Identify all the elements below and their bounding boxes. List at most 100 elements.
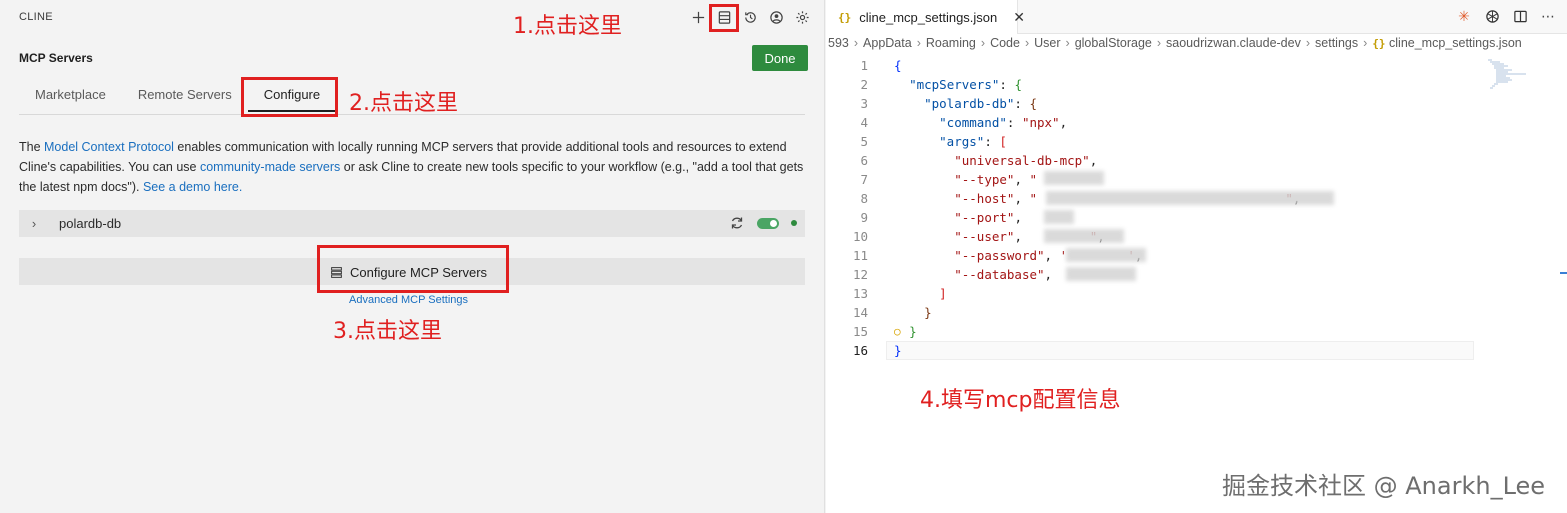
line-number: 13: [852, 286, 868, 301]
mcp-description: The Model Context Protocol enables commu…: [19, 137, 809, 197]
server-enabled-toggle[interactable]: [757, 217, 779, 229]
code-line[interactable]: 14 }: [826, 303, 1567, 322]
code-line[interactable]: 3 "polardb-db": {: [826, 94, 1567, 113]
code-token: ,: [1089, 153, 1098, 168]
code-line[interactable]: 9 "--port",: [826, 208, 1567, 227]
line-number: 7: [860, 172, 868, 187]
code-token: "--user": [954, 229, 1015, 244]
model-context-protocol-link[interactable]: Model Context Protocol: [44, 140, 174, 154]
code-token: }: [894, 343, 902, 358]
code-text: "--database",: [894, 265, 1052, 284]
current-line-highlight: [886, 341, 1474, 360]
code-token: ,: [1014, 172, 1030, 187]
file-tab[interactable]: {} cline_mcp_settings.json ✕: [826, 0, 1025, 34]
code-token: "mcpServers": [909, 77, 1000, 92]
server-controls: [729, 215, 797, 231]
code-line[interactable]: 10 "--user", ",: [826, 227, 1567, 246]
breadcrumb-item[interactable]: saoudrizwan.claude-dev: [1166, 36, 1301, 50]
server-name: polardb-db: [59, 216, 122, 231]
server-row[interactable]: › polardb-db: [19, 210, 805, 237]
code-token: :: [984, 134, 1000, 149]
breadcrumb-item[interactable]: User: [1034, 36, 1060, 50]
advanced-mcp-settings-link[interactable]: Advanced MCP Settings: [349, 294, 468, 306]
breadcrumb-item[interactable]: AppData: [863, 36, 912, 50]
line-number: 14: [852, 305, 868, 320]
file-tab-label: cline_mcp_settings.json: [859, 9, 998, 25]
demo-link[interactable]: See a demo here.: [143, 180, 242, 194]
code-line[interactable]: 12 "--database",: [826, 265, 1567, 284]
annotation-step-2: 2.点击这里: [349, 91, 458, 116]
line-number: 5: [860, 134, 868, 149]
section-title: MCP Servers: [19, 51, 93, 65]
code-text: {: [894, 56, 902, 75]
breadcrumb-item[interactable]: globalStorage: [1075, 36, 1152, 50]
split-editor-icon[interactable]: [1511, 7, 1529, 25]
code-token: :: [1006, 115, 1022, 130]
code-text: }: [894, 341, 902, 360]
breadcrumb-separator: ›: [1305, 36, 1311, 50]
code-token: ,: [1059, 115, 1068, 130]
sparkle-icon[interactable]: ✳: [1455, 7, 1473, 25]
lightbulb-icon[interactable]: ○: [894, 322, 901, 341]
code-token: ": [1029, 172, 1038, 187]
code-line[interactable]: 2 "mcpServers": {: [826, 75, 1567, 94]
code-token: :: [999, 77, 1015, 92]
code-editor[interactable]: 1{2 "mcpServers": {3 "polardb-db": {4 "c…: [826, 56, 1567, 360]
code-line[interactable]: 4 "command": "npx",: [826, 113, 1567, 132]
breadcrumb-separator: ›: [1156, 36, 1162, 50]
more-actions-icon[interactable]: ⋯: [1539, 7, 1557, 25]
done-button[interactable]: Done: [752, 45, 808, 71]
code-token: ,: [1044, 248, 1060, 263]
scroll-indicator: [1560, 272, 1567, 274]
code-text: "args": [: [894, 132, 1007, 151]
annotation-step-4: 4.填写mcp配置信息: [920, 388, 1121, 413]
breadcrumb-item[interactable]: 593: [828, 36, 849, 50]
breadcrumb-item[interactable]: cline_mcp_settings.json: [1389, 36, 1522, 50]
code-line[interactable]: 15 } ○: [826, 322, 1567, 341]
breadcrumb-item[interactable]: settings: [1315, 36, 1358, 50]
breadcrumb-item[interactable]: Roaming: [926, 36, 976, 50]
code-line[interactable]: 7 "--type", ": [826, 170, 1567, 189]
close-icon[interactable]: ✕: [1013, 9, 1025, 26]
ai-assistant-icon[interactable]: [1483, 7, 1501, 25]
code-line[interactable]: 5 "args": [: [826, 132, 1567, 151]
redacted-value: [1066, 248, 1146, 262]
status-dot: [791, 220, 797, 226]
code-text: ]: [894, 284, 947, 303]
tab-marketplace[interactable]: Marketplace: [19, 82, 122, 112]
code-line[interactable]: 11 "--password", ' ',: [826, 246, 1567, 265]
line-number: 9: [860, 210, 868, 225]
editor-actions: ✳ ⋯: [1455, 7, 1557, 25]
code-line[interactable]: 6 "universal-db-mcp",: [826, 151, 1567, 170]
code-token: [: [999, 134, 1007, 149]
line-number: 11: [852, 248, 868, 263]
plus-icon[interactable]: [688, 7, 708, 27]
tab-remote-servers[interactable]: Remote Servers: [122, 82, 248, 112]
json-file-icon: {}: [838, 10, 852, 24]
code-token: "polardb-db": [924, 96, 1015, 111]
code-line[interactable]: 16}: [826, 341, 1567, 360]
chevron-right-icon[interactable]: ›: [19, 216, 49, 231]
code-line[interactable]: 1{: [826, 56, 1567, 75]
breadcrumb-item[interactable]: Code: [990, 36, 1020, 50]
minimap[interactable]: [1486, 58, 1526, 90]
code-token: "--password": [954, 248, 1045, 263]
breadcrumb: 593 › AppData › Roaming › Code › User › globalStor…: [826, 36, 1567, 56]
history-icon[interactable]: [740, 7, 760, 27]
account-icon[interactable]: [766, 7, 786, 27]
code-line[interactable]: 13 ]: [826, 284, 1567, 303]
gear-icon[interactable]: [792, 7, 812, 27]
code-token: "--type": [954, 172, 1015, 187]
community-servers-link[interactable]: community-made servers: [200, 160, 340, 174]
breadcrumb-separator: ›: [853, 36, 859, 50]
redacted-value: [1044, 210, 1074, 224]
refresh-icon[interactable]: [729, 215, 745, 231]
